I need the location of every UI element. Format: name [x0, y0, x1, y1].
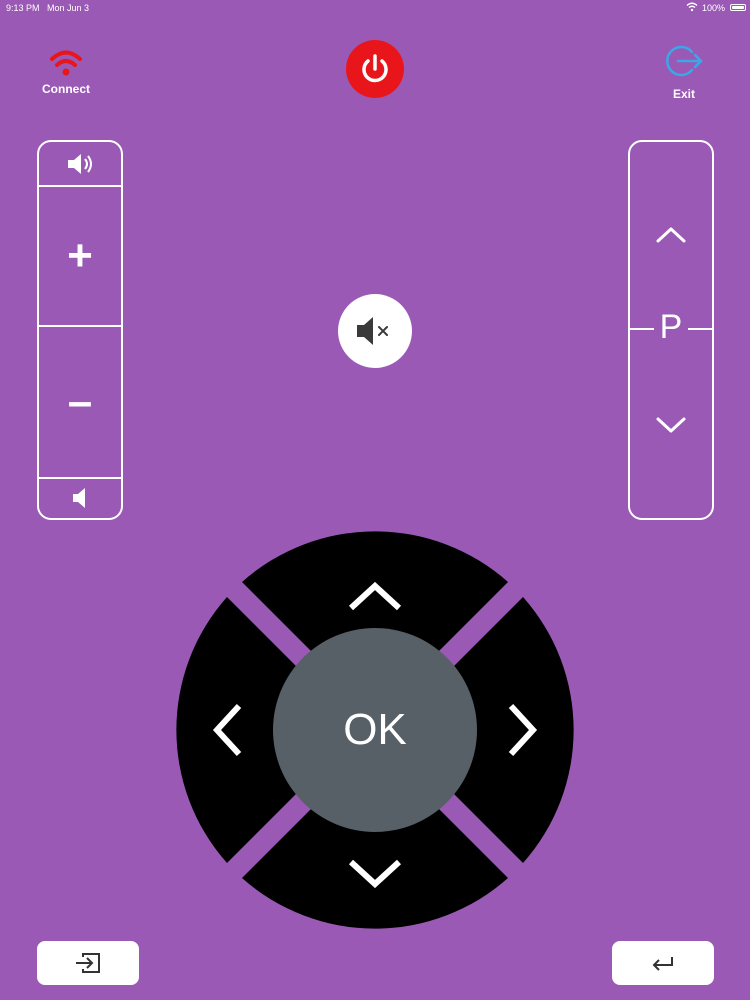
return-button[interactable] — [612, 941, 714, 985]
chevron-up-icon — [656, 227, 686, 242]
chevron-down-icon — [656, 417, 686, 432]
speaker-loud-icon — [68, 153, 92, 174]
battery-percent: 100% — [702, 3, 726, 13]
dpad-right-button[interactable] — [475, 630, 565, 830]
volume-up-button[interactable]: + — [39, 187, 121, 325]
exit-icon — [666, 45, 703, 77]
volume-up-icon-button[interactable] — [39, 142, 121, 185]
wifi-icon — [50, 50, 82, 76]
dpad-left-button[interactable] — [185, 630, 275, 830]
status-bar: 9:13 PM Mon Jun 3 100% — [0, 0, 750, 16]
channel-up-button[interactable] — [630, 142, 712, 327]
minus-icon: – — [67, 377, 93, 426]
chevron-up-icon — [348, 581, 402, 611]
input-source-button[interactable] — [37, 941, 139, 985]
dpad-down-button[interactable] — [275, 830, 475, 920]
exit-button[interactable]: Exit — [652, 44, 716, 101]
volume-down-icon-button[interactable] — [39, 479, 121, 517]
chevron-right-icon — [508, 703, 538, 757]
volume-panel: + – — [37, 140, 123, 520]
channel-down-button[interactable] — [630, 332, 712, 517]
chevron-down-icon — [348, 859, 402, 889]
battery-icon — [730, 4, 746, 11]
connect-button[interactable]: Connect — [30, 48, 102, 102]
plus-icon: + — [67, 231, 93, 280]
wifi-status-icon — [686, 2, 698, 12]
mute-button[interactable] — [338, 294, 412, 368]
return-icon — [652, 957, 673, 971]
power-button[interactable] — [346, 40, 404, 98]
chevron-left-icon — [212, 703, 242, 757]
power-icon — [362, 54, 388, 83]
speaker-quiet-icon — [73, 488, 85, 508]
channel-panel: P — [628, 140, 714, 520]
dpad-up-button[interactable] — [275, 540, 475, 630]
mute-icon — [357, 317, 388, 345]
status-time: 9:13 PM — [6, 3, 40, 13]
status-date: Mon Jun 3 — [47, 3, 90, 13]
input-source-icon — [76, 953, 100, 973]
channel-divider-right — [688, 328, 712, 330]
connect-label: Connect — [42, 82, 90, 96]
ok-label: OK — [343, 705, 407, 754]
ok-button[interactable]: OK — [273, 628, 477, 832]
volume-down-button[interactable]: – — [39, 327, 121, 477]
exit-label: Exit — [672, 87, 695, 101]
